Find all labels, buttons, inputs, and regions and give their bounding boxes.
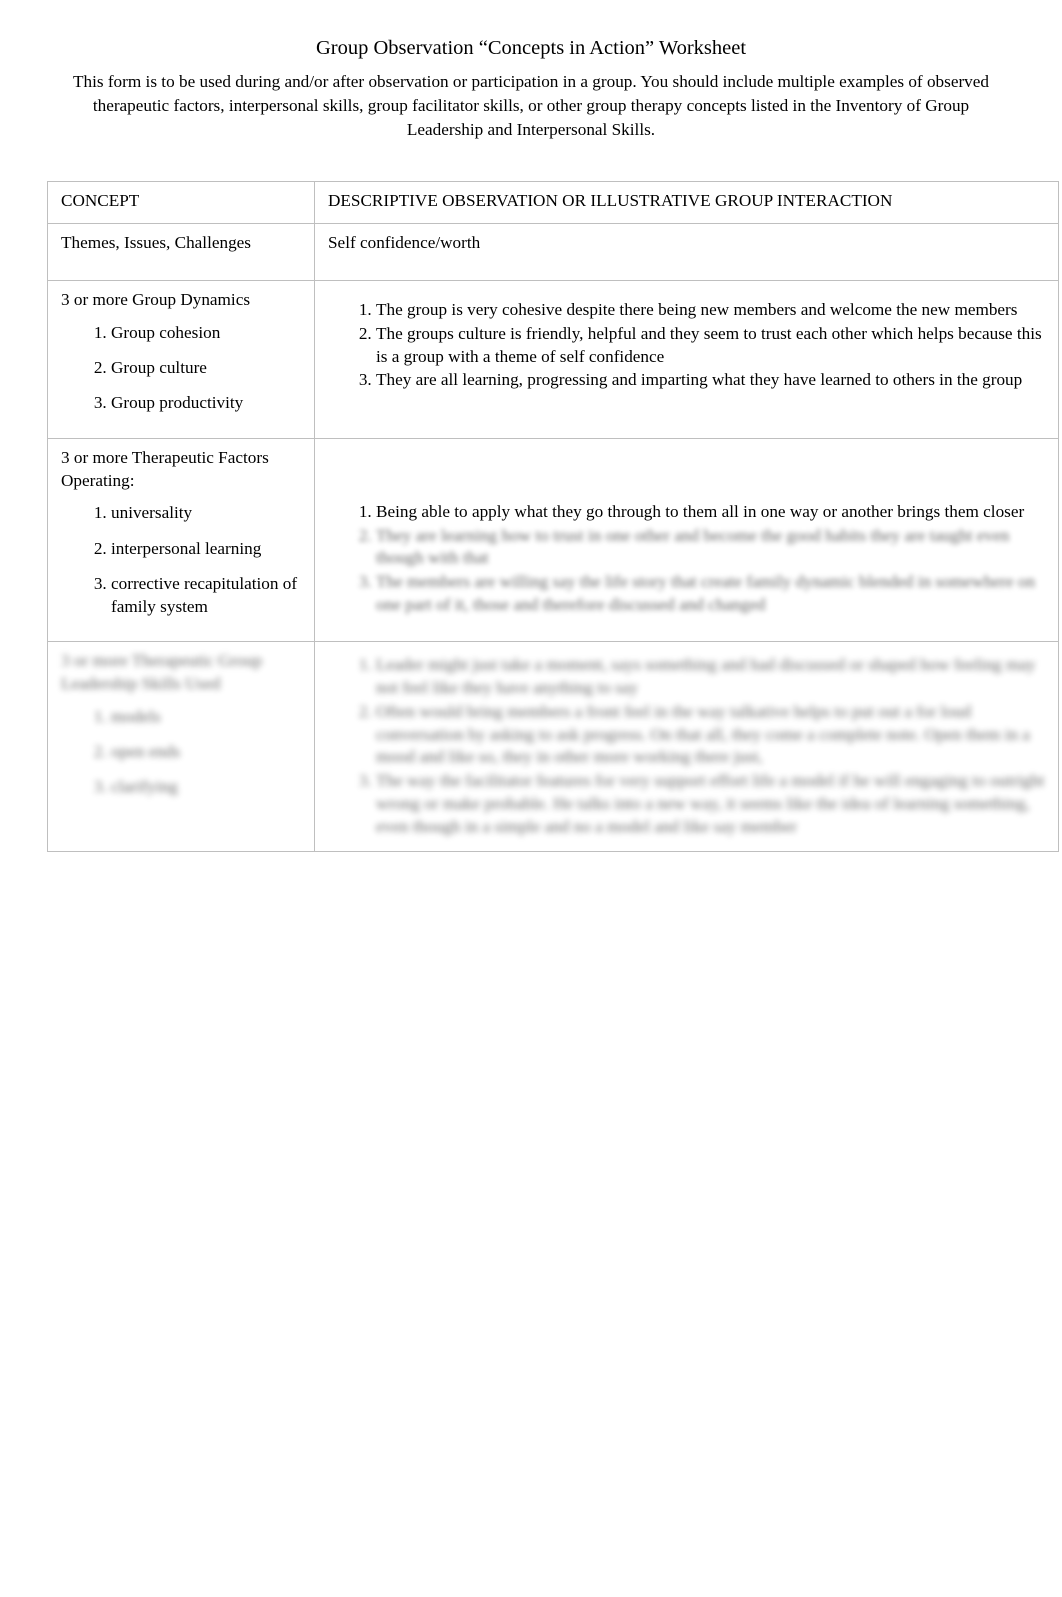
list-item: They are learning how to trust in one ot…	[376, 525, 1048, 571]
table-header-row: CONCEPT DESCRIPTIVE OBSERVATION OR ILLUS…	[47, 180, 1059, 224]
list-item: Leader might just take a moment, says so…	[376, 654, 1048, 700]
worksheet-table: CONCEPT DESCRIPTIVE OBSERVATION OR ILLUS…	[47, 180, 1059, 852]
list-item: models	[111, 706, 304, 728]
list-item: The group is very cohesive despite there…	[376, 299, 1048, 322]
list-item: Being able to apply what they go through…	[376, 501, 1048, 524]
page-title: Group Observation “Concepts in Action” W…	[315, 37, 747, 59]
list-item: Often would bring members a front feel i…	[376, 701, 1048, 770]
concept-cell-therapeutic-factors: 3 or more Therapeutic Factors Operating:…	[47, 437, 315, 642]
list-item: universality	[111, 502, 304, 524]
concept-sub-list: models open ends clarifying	[61, 706, 304, 799]
concept-title: 3 or more Therapeutic Factors Operating:	[61, 447, 269, 490]
list-item: Group cohesion	[111, 322, 304, 344]
list-item: The groups culture is friendly, helpful …	[376, 323, 1048, 369]
worksheet-page: Group Observation “Concepts in Action” W…	[0, 36, 1062, 1597]
list-item: interpersonal learning	[111, 538, 304, 560]
table-row: 3 or more Group Dynamics Group cohesion …	[47, 279, 1059, 439]
description-list: The group is very cohesive despite there…	[328, 299, 1048, 393]
concept-sub-list: Group cohesion Group culture Group produ…	[61, 322, 304, 415]
description-text: Self confidence/worth	[328, 232, 481, 252]
list-item: They are all learning, progressing and i…	[376, 369, 1048, 392]
description-cell-therapeutic-factors: Being able to apply what they go through…	[314, 437, 1059, 642]
concept-cell-group-dynamics: 3 or more Group Dynamics Group cohesion …	[47, 279, 315, 439]
description-list: Being able to apply what they go through…	[328, 501, 1048, 617]
description-cell-themes: Self confidence/worth	[314, 222, 1059, 281]
concept-cell-leadership-skills: 3 or more Therapeutic Group Leadership S…	[47, 640, 315, 852]
table-row: 3 or more Therapeutic Factors Operating:…	[47, 437, 1059, 642]
list-item: The members are willing say the life sto…	[376, 571, 1048, 617]
list-item: Group productivity	[111, 392, 304, 414]
table-row: Themes, Issues, Challenges Self confiden…	[47, 222, 1059, 281]
column-header-concept: CONCEPT	[47, 180, 315, 224]
description-list: Leader might just take a moment, says so…	[328, 654, 1048, 839]
list-item: corrective recapitulation of family syst…	[111, 573, 304, 618]
list-item: Group culture	[111, 357, 304, 379]
concept-title: 3 or more Therapeutic Group Leadership S…	[61, 650, 263, 693]
concept-cell-themes: Themes, Issues, Challenges	[47, 222, 315, 281]
description-cell-group-dynamics: The group is very cohesive despite there…	[314, 279, 1059, 439]
table-row: 3 or more Therapeutic Group Leadership S…	[47, 640, 1059, 852]
concept-title: 3 or more Group Dynamics	[61, 289, 251, 309]
column-header-description: DESCRIPTIVE OBSERVATION OR ILLUSTRATIVE …	[314, 180, 1059, 224]
page-intro-text: This form is to be used during and/or af…	[72, 71, 989, 140]
description-cell-leadership-skills: Leader might just take a moment, says so…	[314, 640, 1059, 852]
list-item: clarifying	[111, 776, 304, 798]
list-item: The way the facilitator features for ver…	[376, 770, 1048, 839]
list-item: open ends	[111, 741, 304, 763]
concept-sub-list: universality interpersonal learning corr…	[61, 502, 304, 617]
concept-title: Themes, Issues, Challenges	[61, 232, 251, 252]
